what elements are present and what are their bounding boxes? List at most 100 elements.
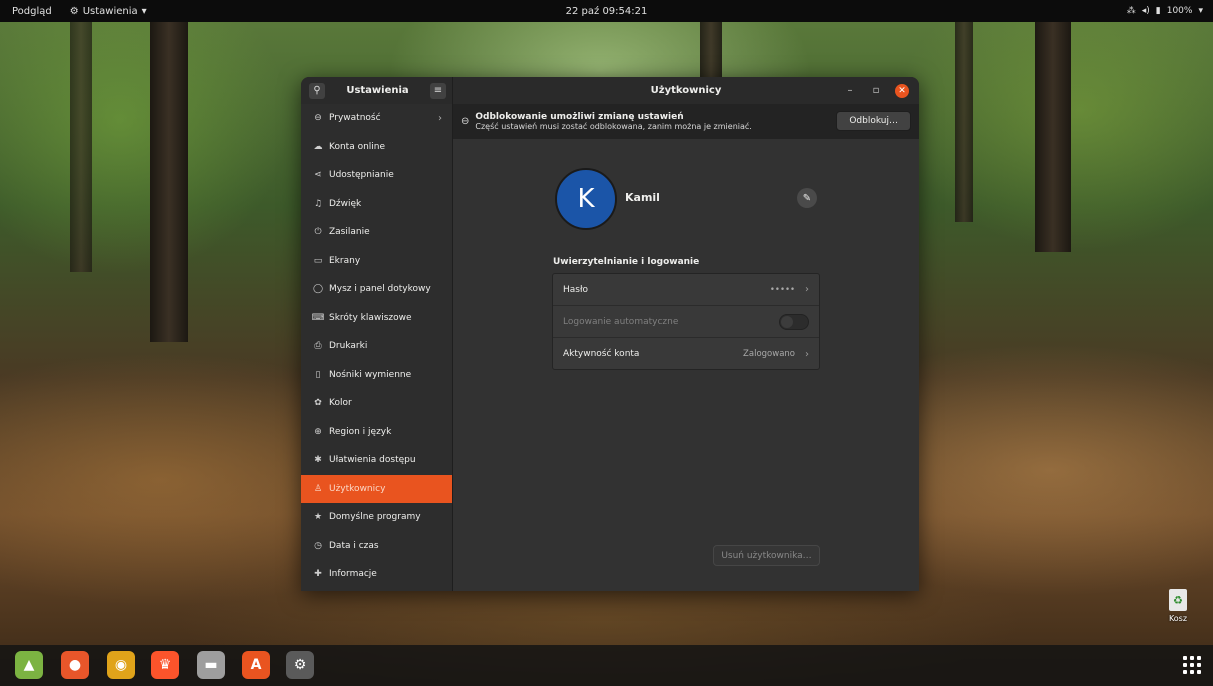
firefox-icon[interactable]: ● [61, 651, 89, 679]
trash-icon: ♻ [1169, 589, 1187, 611]
sidebar-item-label: Skróty klawiszowe [329, 312, 412, 323]
software-icon[interactable]: A [242, 651, 270, 679]
settings-window: ⚲ Ustawienia ≡ Użytkownicy – ▫ ✕ ⊖ Prywat… [301, 77, 919, 591]
minimize-button[interactable]: – [843, 84, 857, 98]
system-tray[interactable]: ⁂ ◂) ▮ 100% ▾ [1127, 6, 1203, 16]
caret-down-icon: ▾ [1198, 6, 1203, 16]
account-activity-row[interactable]: Aktywność konta Zalogowano › [553, 338, 819, 370]
sidebar-item[interactable]: ♫ Dźwięk [301, 190, 452, 219]
wallpaper-tree [70, 22, 92, 272]
dock: ▲ ● ◉ ♛ ▬ A ⚙ [0, 645, 1213, 686]
wallpaper-tree [150, 22, 188, 342]
header-bar: Użytkownicy – ▫ ✕ [453, 77, 919, 104]
desktop-trash[interactable]: ♻ Kosz [1163, 589, 1193, 623]
brave-icon[interactable]: ♛ [151, 651, 179, 679]
menu-button[interactable]: ≡ [430, 82, 446, 99]
top-bar: Podgląd ⚙ Ustawienia ▾ 22 paź 09:54:21 ⁂… [0, 0, 1213, 22]
printer-icon: ⎙ [314, 341, 322, 352]
hamburger-icon: ≡ [433, 85, 443, 96]
music-note-icon: ♫ [313, 198, 323, 209]
star-icon: ★ [313, 512, 323, 523]
sidebar-item[interactable]: ◷ Data i czas [301, 532, 452, 561]
files-icon[interactable]: ▬ [197, 651, 225, 679]
password-label: Hasło [563, 284, 589, 295]
edit-name-button[interactable]: ✎ [797, 188, 817, 208]
globe-icon: ⊕ [314, 426, 322, 437]
sidebar-item[interactable]: ★ Domyślne programy [301, 503, 452, 532]
sidebar-item[interactable]: ◯ Mysz i panel dotykowy [301, 275, 452, 304]
sidebar-item[interactable]: ⊕ Region i język [301, 418, 452, 447]
account-activity-label: Aktywność konta [563, 349, 640, 359]
chevron-right-icon: › [438, 112, 442, 124]
sidebar-item-label: Ułatwienia dostępu [329, 455, 416, 466]
cloud-icon: ☁ [313, 141, 323, 152]
search-button[interactable]: ⚲ [309, 82, 325, 99]
unlock-button[interactable]: Odblokuj… [836, 111, 911, 131]
sidebar-item-label: Kolor [329, 398, 352, 409]
wallpaper-tree [1035, 22, 1071, 252]
sidebar-item[interactable]: ♙ Użytkownicy [301, 474, 452, 503]
sidebar-item-label: Prywatność [329, 113, 381, 124]
remove-user-button[interactable]: Usuń użytkownika… [713, 545, 820, 566]
caret-down-icon: ▾ [141, 5, 147, 17]
sidebar-item[interactable]: ⌨ Skróty klawiszowe [301, 304, 452, 333]
sidebar-item[interactable]: ✿ Kolor [301, 389, 452, 418]
gear-icon: ⚙ [69, 5, 79, 17]
sidebar-item[interactable]: ▭ Ekrany [301, 247, 452, 276]
sidebar-item[interactable]: ✚ Informacje [301, 560, 452, 589]
sidebar-item[interactable]: ⎙ Drukarki [301, 332, 452, 361]
clock[interactable]: 22 paź 09:54:21 [566, 6, 648, 17]
clock-icon: ◷ [314, 540, 322, 551]
pencil-icon: ✎ [802, 192, 812, 204]
info-icon: ✚ [314, 569, 322, 580]
display-icon: ▭ [313, 255, 323, 266]
share-icon: ⋖ [314, 170, 322, 181]
battery-percent: 100% [1166, 6, 1193, 16]
avatar[interactable]: K [555, 168, 617, 230]
show-apps-button[interactable] [1183, 656, 1201, 674]
section-title: Uwierzytelnianie i logowanie [553, 257, 700, 267]
lock-icon: ⊖ [314, 113, 322, 124]
trash-label: Kosz [1168, 614, 1188, 623]
sidebar-item[interactable]: ⊖ Prywatność › [301, 104, 452, 133]
settings-icon[interactable]: ⚙ [286, 651, 314, 679]
activities-button[interactable]: Podgląd [12, 6, 52, 17]
close-button[interactable]: ✕ [895, 83, 909, 98]
auth-list: Hasło ••••• › Logowanie automatyczne Akt… [552, 273, 820, 370]
user-name: Kamil [625, 191, 660, 204]
maximize-button[interactable]: ▫ [869, 84, 883, 98]
network-icon: ⁂ [1126, 6, 1136, 16]
infobar-subtitle: Część ustawień musi zostać odblokowana, … [475, 122, 752, 131]
sidebar-item[interactable]: ▯ Nośniki wymienne [301, 361, 452, 390]
password-row[interactable]: Hasło ••••• › [553, 274, 819, 306]
sidebar-item[interactable]: ⏻ Zasilanie [301, 218, 452, 247]
chrome-icon[interactable]: ◉ [107, 651, 135, 679]
android-studio-icon[interactable]: ▲ [15, 651, 43, 679]
mouse-icon: ◯ [312, 284, 324, 295]
wallpaper-tree [700, 22, 722, 82]
sidebar-item-label: Zasilanie [329, 227, 370, 238]
sidebar-item-label: Informacje [329, 569, 377, 580]
app-menu-label: Ustawienia [82, 5, 138, 17]
chevron-right-icon: › [805, 348, 809, 360]
sidebar-item-label: Dźwięk [329, 198, 362, 209]
chevron-right-icon: › [805, 284, 809, 295]
keyboard-icon: ⌨ [311, 312, 325, 323]
sidebar-title: Ustawienia [346, 85, 409, 96]
sidebar-item-label: Drukarki [329, 341, 368, 352]
sidebar-item-label: Konta online [329, 141, 386, 152]
app-menu[interactable]: ⚙ Ustawienia ▾ [70, 6, 147, 17]
lock-icon: ⊖ [461, 116, 470, 127]
password-value: ••••• [769, 284, 795, 295]
sidebar-item[interactable]: ☁ Konta online [301, 133, 452, 162]
search-icon: ⚲ [313, 85, 321, 96]
autologin-toggle[interactable] [779, 313, 809, 330]
sidebar-item[interactable]: ✱ Ułatwienia dostępu [301, 446, 452, 475]
sidebar-item-label: Data i czas [329, 540, 379, 551]
unlock-infobar: ⊖ Odblokowanie umożliwi zmianę ustawień … [453, 104, 919, 139]
power-icon: ⏻ [314, 227, 322, 238]
sidebar-item[interactable]: ⋖ Udostępnianie [301, 161, 452, 190]
wallpaper-tree [955, 22, 973, 222]
sidebar-item-label: Domyślne programy [329, 512, 421, 523]
sidebar: ⊖ Prywatność › ☁ Konta online ⋖ Udostępnianie ♫… [301, 104, 453, 591]
